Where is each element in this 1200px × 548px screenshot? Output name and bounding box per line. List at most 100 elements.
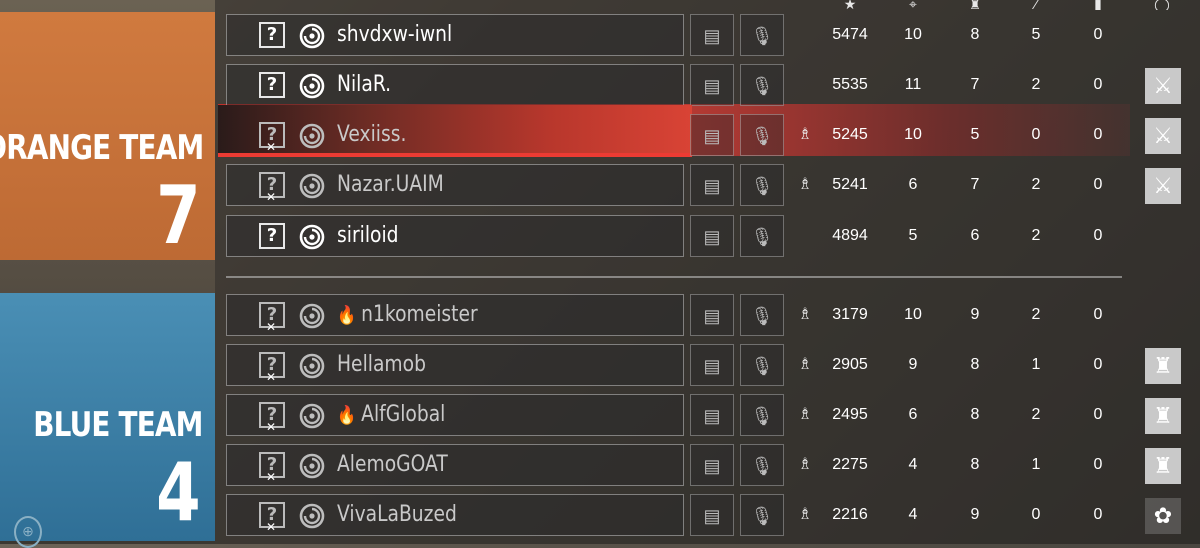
voice-mute-button[interactable]: 🎙 [740, 394, 784, 436]
lotus-icon: ✿ [1145, 498, 1181, 534]
deaths-value: 0 [1031, 506, 1041, 523]
rank-unknown-icon: ? ✕ [259, 502, 285, 533]
voice-mute-button[interactable]: 🎙 [740, 494, 784, 536]
voice-mute-button[interactable]: 🎙 [740, 215, 784, 257]
ping-icon: ▮ [1094, 0, 1102, 10]
player-name-box[interactable]: ? ✕ Hellamob [226, 344, 684, 386]
player-name: shvdxw-iwnl [337, 22, 452, 47]
player-row[interactable]: ? NilaR. ▤ 🎙 5535 11 7 2 0 ⚔ [0, 64, 1200, 108]
score-icon: ★ [843, 0, 857, 10]
ping-value: 0 [1093, 456, 1103, 473]
deaths-value: 1 [1031, 356, 1041, 373]
kills-value: 9 [908, 356, 918, 373]
player-row[interactable]: ? shvdxw-iwnl ▤ 🎙 5474 10 8 5 0 [0, 14, 1200, 58]
player-name-box[interactable]: ? ✕ 🔥 n1komeister [226, 294, 684, 336]
voice-mute-button[interactable]: 🎙 [740, 64, 784, 106]
uplay-icon [299, 353, 325, 379]
deaths-value: 2 [1031, 76, 1041, 93]
chat-mute-button[interactable]: ▤ [690, 215, 734, 257]
rank-unknown-icon: ? ✕ [259, 122, 285, 153]
team-divider [226, 276, 1122, 278]
kills-value: 5 [908, 227, 918, 244]
voice-mute-button[interactable]: 🎙 [740, 164, 784, 206]
player-name: Nazar.UAIM [337, 172, 444, 197]
player-name: AlemoGOAT [337, 452, 448, 477]
voice-mute-button[interactable]: 🎙 [740, 344, 784, 386]
player-row[interactable]: ? ✕ 🔥 n1komeister ▤ 🎙 ♗ 3179 10 9 2 0 [0, 294, 1200, 338]
defuser-icon: ♗ [797, 126, 813, 143]
player-name-box[interactable]: ? siriloid [226, 215, 684, 257]
voice-mute-button[interactable]: 🎙 [740, 114, 784, 156]
deaths-icon: ⁄ [1034, 0, 1038, 10]
kills-value: 10 [904, 306, 922, 323]
chat-mute-button[interactable]: ▤ [690, 394, 734, 436]
assists-value: 7 [970, 176, 980, 193]
player-row[interactable]: ? ✕ AlemoGOAT ▤ 🎙 ♗ 2275 4 8 1 0 ♜ [0, 444, 1200, 488]
chat-mute-button[interactable]: ▤ [690, 164, 734, 206]
rank-unknown-icon: ? [259, 22, 285, 48]
player-name-text: AlemoGOAT [337, 452, 448, 477]
kills-value: 6 [908, 176, 918, 193]
player-name-box[interactable]: ? ✕ AlemoGOAT [226, 444, 684, 486]
ping-value: 0 [1093, 506, 1103, 523]
player-name-box[interactable]: ? ✕ Vexiiss. [226, 114, 684, 156]
swords-icon: ⚔ [1145, 68, 1181, 104]
ping-value: 0 [1093, 76, 1103, 93]
deaths-value: 2 [1031, 227, 1041, 244]
player-name-text: Vexiiss. [337, 122, 407, 147]
score-value: 5245 [832, 126, 868, 143]
defuser-icon: ♗ [797, 356, 813, 373]
chat-mute-button[interactable]: ▤ [690, 14, 734, 56]
defuser-icon: ♗ [797, 406, 813, 423]
uplay-icon [299, 73, 325, 99]
player-name-box[interactable]: ? ✕ VivaLaBuzed [226, 494, 684, 536]
ping-value: 0 [1093, 176, 1103, 193]
player-name-box[interactable]: ? NilaR. [226, 64, 684, 106]
player-row[interactable]: ? ✕ Hellamob ▤ 🎙 ♗ 2905 9 8 1 0 ♜ [0, 344, 1200, 388]
chat-mute-button[interactable]: ▤ [690, 64, 734, 106]
kills-value: 6 [908, 406, 918, 423]
kills-value: 11 [904, 76, 922, 93]
voice-mute-button[interactable]: 🎙 [740, 294, 784, 336]
voice-mute-button[interactable]: 🎙 [740, 14, 784, 56]
score-value: 4894 [832, 227, 868, 244]
rank-unknown-icon: ? ✕ [259, 402, 285, 433]
score-value: 2905 [832, 356, 868, 373]
player-row[interactable]: ? ✕ Vexiiss. ▤ 🎙 ♗ 5245 10 5 0 0 ⚔ [0, 105, 1200, 158]
defuser-icon: ♗ [797, 456, 813, 473]
score-value: 2495 [832, 406, 868, 423]
player-name-box[interactable]: ? ✕ Nazar.UAIM [226, 164, 684, 206]
chat-mute-button[interactable]: ▤ [690, 294, 734, 336]
deaths-value: 1 [1031, 456, 1041, 473]
flame-icon: 🔥 [337, 405, 357, 426]
player-row[interactable]: ? ✕ 🔥 AlfGlobal ▤ 🎙 ♗ 2495 6 8 2 0 ♜ [0, 394, 1200, 438]
uplay-icon [299, 453, 325, 479]
uplay-icon [299, 403, 325, 429]
assists-value: 9 [970, 506, 980, 523]
kills-value: 4 [908, 506, 918, 523]
chat-mute-button[interactable]: ▤ [690, 344, 734, 386]
player-name: VivaLaBuzed [337, 502, 457, 527]
chat-mute-button[interactable]: ▤ [690, 444, 734, 486]
assists-value: 7 [970, 76, 980, 93]
player-row[interactable]: ? ✕ VivaLaBuzed ▤ 🎙 ♗ 2216 4 9 0 0 ✿ [0, 494, 1200, 538]
rank-unknown-icon: ? [259, 72, 285, 98]
chat-mute-button[interactable]: ▤ [690, 114, 734, 156]
assists-value: 9 [970, 306, 980, 323]
tower-icon: ♜ [1145, 448, 1181, 484]
uplay-icon [299, 123, 325, 149]
uplay-icon [299, 224, 325, 250]
player-name: Vexiiss. [337, 122, 406, 147]
player-name-text: n1komeister [361, 302, 478, 327]
rank-unknown-icon: ? ✕ [259, 172, 285, 203]
deaths-value: 2 [1031, 176, 1041, 193]
rank-unknown-icon: ? ✕ [259, 352, 285, 383]
player-row[interactable]: ? siriloid ▤ 🎙 4894 5 6 2 0 [0, 215, 1200, 259]
player-name-box[interactable]: ? shvdxw-iwnl [226, 14, 684, 56]
chat-mute-button[interactable]: ▤ [690, 494, 734, 536]
kills-icon: ⌖ [909, 0, 917, 10]
player-name-box[interactable]: ? ✕ 🔥 AlfGlobal [226, 394, 684, 436]
player-row[interactable]: ? ✕ Nazar.UAIM ▤ 🎙 ♗ 5241 6 7 2 0 ⚔ [0, 164, 1200, 208]
player-name: 🔥 n1komeister [337, 302, 478, 327]
voice-mute-button[interactable]: 🎙 [740, 444, 784, 486]
